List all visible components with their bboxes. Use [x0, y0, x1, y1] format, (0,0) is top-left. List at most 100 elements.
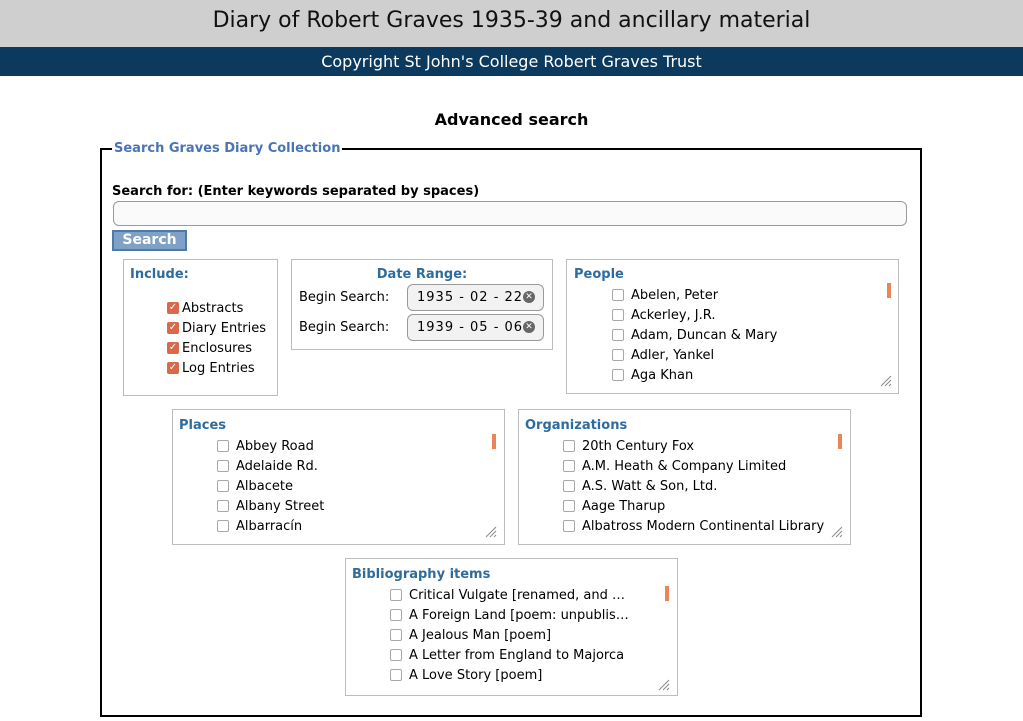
- begin-date-value: 1935 - 02 - 22: [417, 290, 524, 305]
- places-label: Albarracín: [236, 518, 303, 534]
- people-item[interactable]: Aga Khan: [612, 366, 693, 384]
- organizations-label: A.M. Heath & Company Limited: [582, 458, 787, 474]
- scrollbar-thumb[interactable]: [492, 434, 496, 449]
- clear-icon[interactable]: ✕: [523, 321, 535, 333]
- bibliography-item[interactable]: A Foreign Land [poem: unpublis…: [390, 606, 635, 624]
- checkbox-icon[interactable]: [217, 440, 229, 452]
- checkbox-icon[interactable]: [612, 369, 624, 381]
- checkbox-icon[interactable]: [612, 349, 624, 361]
- places-item[interactable]: Albacete: [217, 477, 293, 495]
- organizations-item[interactable]: Albatross Modern Continental Library: [563, 517, 833, 535]
- include-diary-entries[interactable]: ✓ Diary Entries: [167, 319, 266, 337]
- scrollbar-thumb[interactable]: [838, 434, 842, 449]
- organizations-item[interactable]: Aage Tharup: [563, 497, 833, 515]
- bibliography-item[interactable]: A Letter from England to Majorca: [390, 646, 635, 664]
- organizations-item[interactable]: A.S. Watt & Son, Ltd.: [563, 477, 833, 495]
- checkbox-icon[interactable]: [390, 669, 402, 681]
- checkbox-checked-icon[interactable]: ✓: [167, 362, 179, 374]
- organizations-label: A.S. Watt & Son, Ltd.: [582, 478, 718, 494]
- checkbox-icon[interactable]: [612, 289, 624, 301]
- checkbox-icon[interactable]: [217, 500, 229, 512]
- organizations-item[interactable]: A.M. Heath & Company Limited: [563, 457, 833, 475]
- end-date-value: 1939 - 05 - 06: [417, 320, 524, 335]
- resize-handle-icon[interactable]: [656, 677, 670, 691]
- search-input[interactable]: [113, 201, 907, 226]
- people-label: Adler, Yankel: [631, 347, 715, 363]
- checkbox-icon[interactable]: [563, 520, 575, 532]
- resize-handle-icon[interactable]: [483, 524, 497, 538]
- bibliography-item[interactable]: Critical Vulgate [renamed, and …: [390, 586, 635, 604]
- organizations-title: Organizations: [525, 418, 628, 433]
- copyright-bar: Copyright St John's College Robert Grave…: [0, 47, 1023, 76]
- include-label: Enclosures: [182, 340, 253, 356]
- bibliography-label: Critical Vulgate [renamed, and …: [409, 587, 626, 603]
- bibliography-title: Bibliography items: [352, 567, 491, 582]
- places-title: Places: [179, 418, 227, 433]
- people-label: Adam, Duncan & Mary: [631, 327, 778, 343]
- bibliography-label: A Jealous Man [poem]: [409, 627, 552, 643]
- end-date-label: Begin Search:: [299, 320, 390, 335]
- checkbox-icon[interactable]: [563, 460, 575, 472]
- include-log-entries[interactable]: ✓ Log Entries: [167, 359, 255, 377]
- include-abstracts[interactable]: ✓ Abstracts: [167, 299, 243, 317]
- site-title: Diary of Robert Graves 1935-39 and ancil…: [212, 8, 811, 33]
- include-title: Include:: [130, 267, 189, 282]
- checkbox-icon[interactable]: [563, 500, 575, 512]
- bibliography-item[interactable]: A Jealous Man [poem]: [390, 626, 635, 644]
- scrollbar-thumb[interactable]: [665, 586, 669, 601]
- page-title: Advanced search: [434, 110, 589, 129]
- places-label: Albany Street: [236, 498, 325, 514]
- checkbox-icon[interactable]: [612, 309, 624, 321]
- people-label: Abelen, Peter: [631, 287, 719, 303]
- people-item[interactable]: Adam, Duncan & Mary: [612, 326, 777, 344]
- checkbox-icon[interactable]: [390, 609, 402, 621]
- people-title: People: [574, 267, 624, 282]
- checkbox-checked-icon[interactable]: ✓: [167, 302, 179, 314]
- places-label: Abbey Road: [236, 438, 314, 454]
- bibliography-label: A Foreign Land [poem: unpublis…: [409, 607, 629, 623]
- fieldset-legend: Search Graves Diary Collection: [112, 141, 343, 156]
- include-label: Log Entries: [182, 360, 255, 376]
- bibliography-item[interactable]: A Love Story [poem]: [390, 666, 635, 684]
- checkbox-icon[interactable]: [563, 440, 575, 452]
- copyright-text: Copyright St John's College Robert Grave…: [321, 52, 702, 71]
- checkbox-icon[interactable]: [217, 480, 229, 492]
- checkbox-checked-icon[interactable]: ✓: [167, 342, 179, 354]
- checkbox-icon[interactable]: [390, 649, 402, 661]
- checkbox-icon[interactable]: [217, 460, 229, 472]
- checkbox-icon[interactable]: [390, 589, 402, 601]
- end-date-field[interactable]: 1939 - 05 - 06 ✕: [407, 314, 544, 341]
- people-item[interactable]: Abelen, Peter: [612, 286, 718, 304]
- begin-date-field[interactable]: 1935 - 02 - 22 ✕: [407, 284, 544, 311]
- search-button[interactable]: Search: [112, 230, 187, 251]
- clear-icon[interactable]: ✕: [523, 291, 535, 303]
- organizations-item[interactable]: 20th Century Fox: [563, 437, 833, 455]
- begin-date-label: Begin Search:: [299, 290, 390, 305]
- resize-handle-icon[interactable]: [878, 373, 892, 387]
- checkbox-icon[interactable]: [217, 520, 229, 532]
- people-item[interactable]: Ackerley, J.R.: [612, 306, 715, 324]
- bibliography-label: A Letter from England to Majorca: [409, 647, 625, 663]
- include-label: Abstracts: [182, 300, 244, 316]
- include-enclosures[interactable]: ✓ Enclosures: [167, 339, 252, 357]
- organizations-label: 20th Century Fox: [582, 438, 695, 454]
- include-label: Diary Entries: [182, 320, 267, 336]
- places-item[interactable]: Albarracín: [217, 517, 302, 535]
- people-label: Aga Khan: [631, 367, 694, 383]
- places-item[interactable]: Adelaide Rd.: [217, 457, 318, 475]
- checkbox-icon[interactable]: [612, 329, 624, 341]
- places-label: Albacete: [236, 478, 293, 494]
- scrollbar-thumb[interactable]: [887, 283, 891, 298]
- people-item[interactable]: Adler, Yankel: [612, 346, 714, 364]
- resize-handle-icon[interactable]: [829, 524, 843, 538]
- places-item[interactable]: Albany Street: [217, 497, 324, 515]
- checkbox-checked-icon[interactable]: ✓: [167, 322, 179, 334]
- places-item[interactable]: Abbey Road: [217, 437, 314, 455]
- site-header: Diary of Robert Graves 1935-39 and ancil…: [0, 0, 1023, 47]
- checkbox-icon[interactable]: [390, 629, 402, 641]
- bibliography-label: A Love Story [poem]: [409, 667, 543, 683]
- checkbox-icon[interactable]: [563, 480, 575, 492]
- places-label: Adelaide Rd.: [236, 458, 318, 474]
- date-range-title: Date Range:: [376, 267, 468, 282]
- organizations-label: Aage Tharup: [582, 498, 666, 514]
